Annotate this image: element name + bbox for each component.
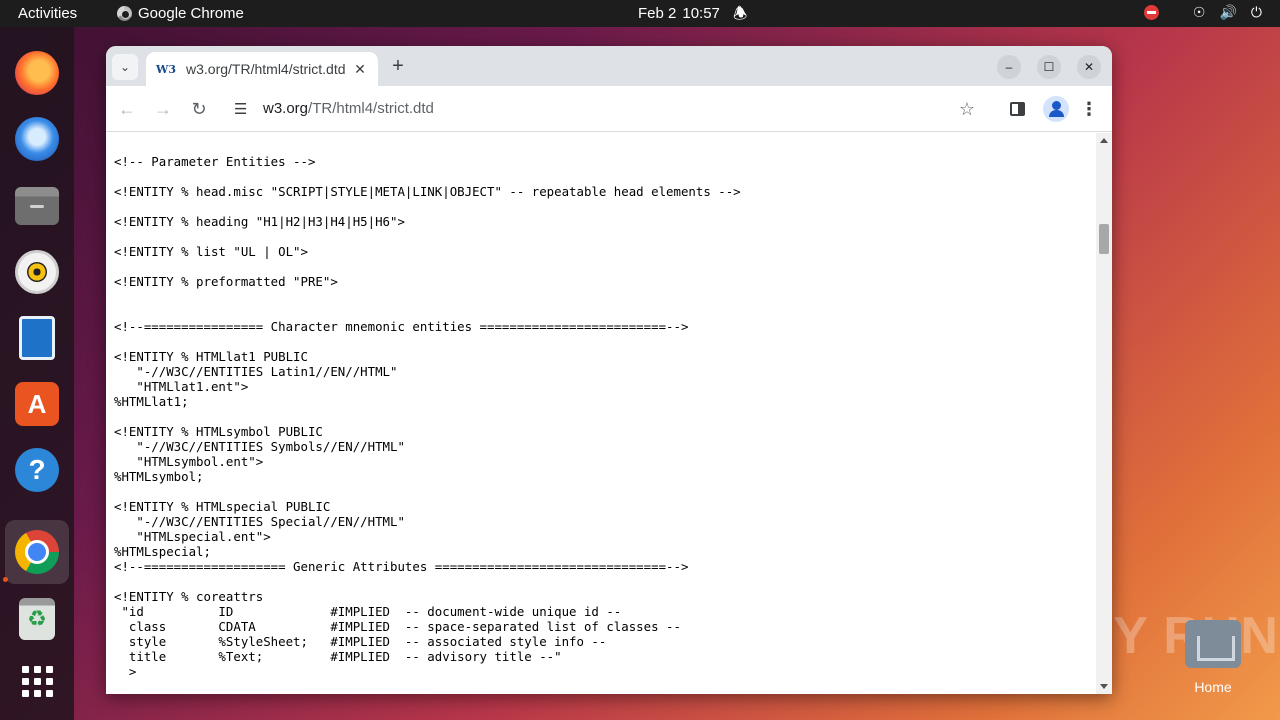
kebab-menu-icon[interactable]: ⋮	[1080, 96, 1098, 122]
chrome-window: ⌄ W3 w3.org/TR/html4/strict.dtd ✕ + – ☐ …	[106, 46, 1112, 694]
dock-rhythmbox[interactable]	[5, 240, 69, 304]
side-panel-icon[interactable]	[1010, 102, 1025, 116]
profile-avatar-icon[interactable]	[1043, 96, 1069, 122]
dock-firefox[interactable]	[5, 41, 69, 105]
new-tab-button[interactable]: +	[387, 55, 409, 77]
dock-thunderbird[interactable]	[5, 107, 69, 171]
url-path: /TR/html4/strict.dtd	[308, 100, 434, 117]
thunderbird-icon	[15, 117, 59, 161]
site-info-icon[interactable]: ☰	[234, 100, 247, 118]
dock-chrome[interactable]	[5, 520, 69, 584]
dock-show-apps[interactable]	[5, 649, 69, 713]
dtd-document-text: <!-- Parameter Entities --> <!ENTITY % h…	[114, 154, 741, 679]
browser-toolbar: ← → ↻ ☰ w3.org/TR/html4/strict.dtd ☆ ⋮	[106, 86, 1112, 132]
rhythmbox-icon	[15, 250, 59, 294]
volume-icon: 🔊	[1219, 4, 1237, 20]
tab-search-button[interactable]: ⌄	[112, 54, 138, 80]
firefox-icon	[15, 51, 59, 95]
tab-close-icon[interactable]: ✕	[350, 59, 370, 79]
files-icon	[15, 187, 59, 225]
url-host: w3.org	[263, 100, 309, 117]
app-menu-label: Google Chrome	[138, 5, 244, 22]
dock-writer[interactable]	[5, 306, 69, 370]
power-icon: ⏻	[1250, 4, 1262, 20]
address-bar[interactable]: ☰ w3.org/TR/html4/strict.dtd	[226, 92, 986, 126]
tab-strip: ⌄ W3 w3.org/TR/html4/strict.dtd ✕ + – ☐ …	[106, 46, 1112, 86]
top-bar: Activities Google Chrome Feb 2 10:57 🕭 ☉…	[0, 0, 1280, 27]
trash-icon: ♻	[19, 598, 55, 640]
notification-bell-icon[interactable]: 🕭	[733, 3, 747, 30]
scroll-up-arrow-icon[interactable]	[1100, 138, 1108, 143]
page-content: <!-- Parameter Entities --> <!ENTITY % h…	[106, 133, 1096, 694]
dock-files[interactable]	[5, 174, 69, 238]
software-store-icon: A	[15, 382, 59, 426]
maximize-button[interactable]: ☐	[1037, 55, 1061, 79]
activities-button[interactable]: Activities	[18, 5, 77, 22]
minimize-button[interactable]: –	[997, 55, 1021, 79]
url-text: w3.org/TR/html4/strict.dtd	[263, 100, 434, 117]
clock-date: Feb 2	[638, 5, 677, 22]
dock-trash[interactable]: ♻	[5, 587, 69, 651]
tab-title: w3.org/TR/html4/strict.dtd	[186, 61, 346, 77]
writer-icon	[19, 316, 55, 360]
scrollbar-thumb[interactable]	[1099, 224, 1109, 254]
reload-button[interactable]: ↻	[186, 96, 212, 122]
clock-time: 10:57	[682, 5, 720, 22]
app-grid-icon	[21, 665, 53, 697]
chrome-icon	[15, 530, 59, 574]
bookmark-star-icon[interactable]: ☆	[954, 96, 980, 122]
chrome-icon	[117, 6, 132, 21]
scroll-down-arrow-icon[interactable]	[1100, 684, 1108, 689]
help-icon: ?	[15, 448, 59, 492]
recording-indicator-icon[interactable]	[1143, 5, 1159, 20]
close-window-button[interactable]: ✕	[1077, 55, 1101, 79]
tab-strict-dtd[interactable]: W3 w3.org/TR/html4/strict.dtd ✕	[146, 52, 378, 86]
home-folder-icon[interactable]	[1185, 620, 1241, 668]
forward-button[interactable]: →	[150, 96, 176, 122]
dock: A ? ♻	[0, 27, 74, 720]
dock-help[interactable]: ?	[5, 438, 69, 502]
clock[interactable]: Feb 2 10:57	[638, 5, 720, 22]
running-indicator	[3, 577, 8, 582]
home-folder-label[interactable]: Home	[1183, 679, 1243, 695]
app-menu[interactable]: Google Chrome	[117, 5, 244, 22]
vertical-scrollbar[interactable]	[1096, 133, 1112, 694]
w3c-favicon-icon: W3	[156, 62, 177, 76]
network-icon: ☉	[1192, 4, 1206, 20]
dock-software[interactable]: A	[5, 372, 69, 436]
back-button[interactable]: ←	[114, 96, 140, 122]
system-tray[interactable]: ☉ 🔊 ⏻	[1143, 4, 1262, 21]
